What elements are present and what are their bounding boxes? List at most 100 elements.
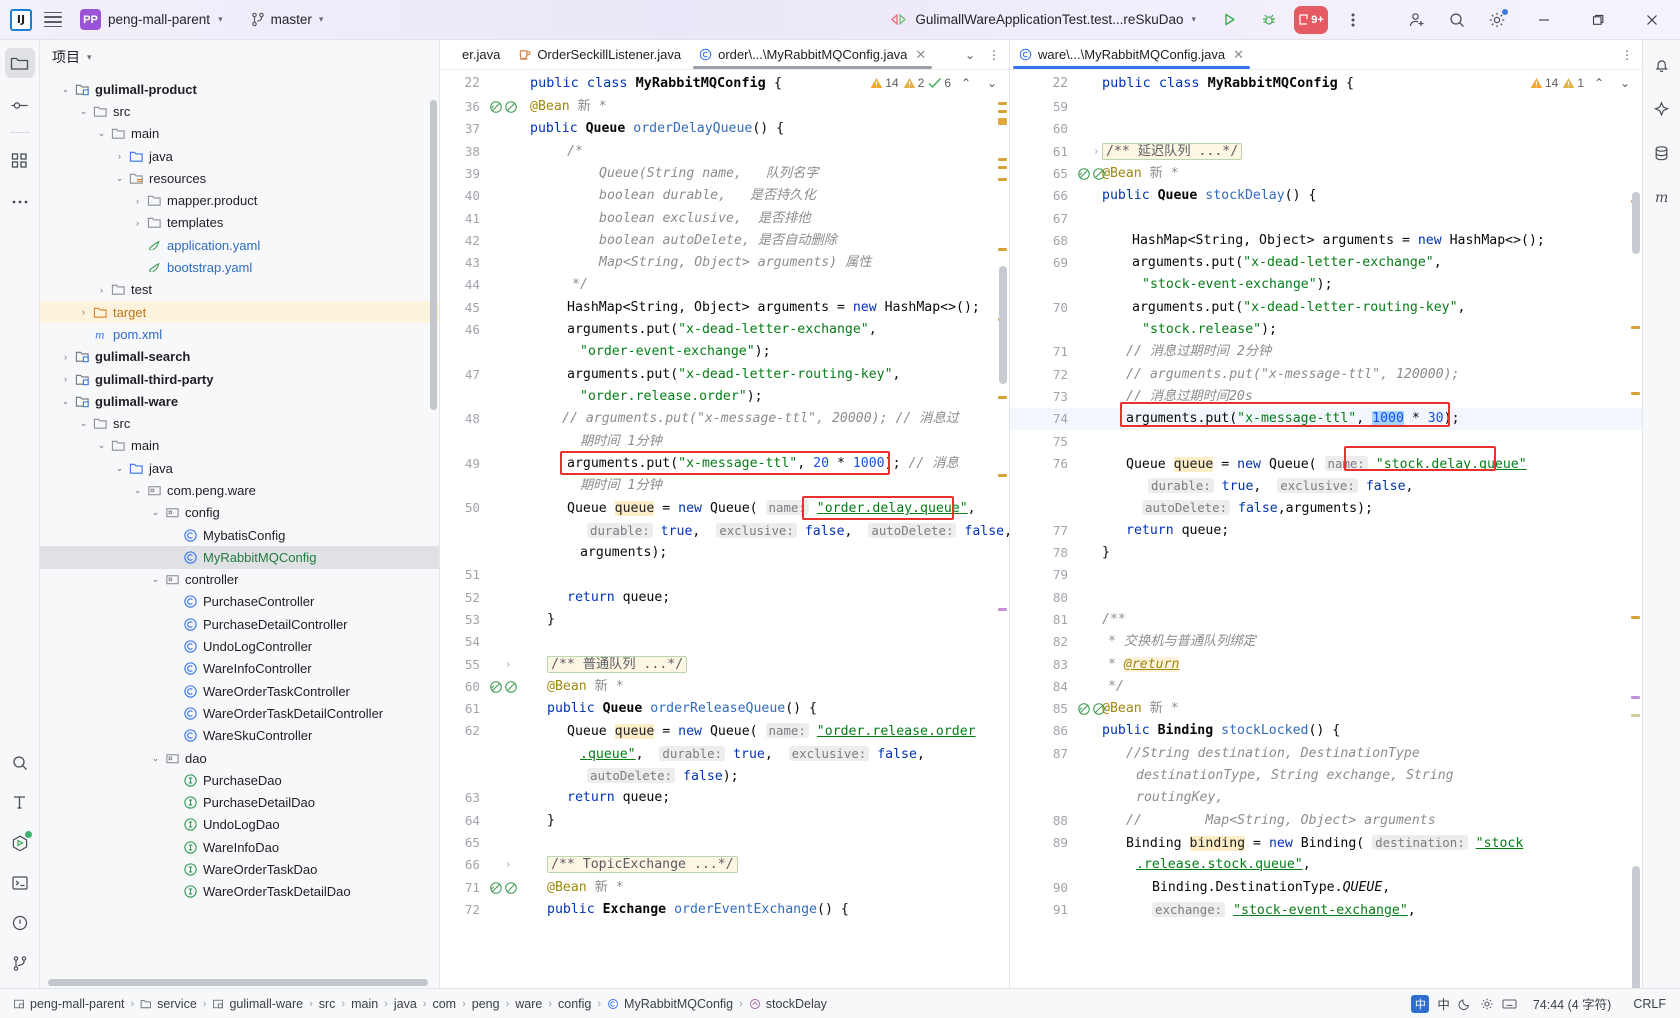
sidebar-item-version-control[interactable] <box>5 948 35 978</box>
breadcrumb-item-config[interactable]: config <box>553 995 596 1013</box>
chevron-down-icon[interactable]: ⌄ <box>148 574 163 585</box>
sidebar-item-build[interactable] <box>5 788 35 818</box>
code-line[interactable]: @Bean 新 * <box>492 877 624 899</box>
code-line[interactable]: @Bean 新 * <box>492 96 607 118</box>
chevron-up-icon[interactable]: ⌃ <box>955 72 977 94</box>
tree-item-wareinfodao[interactable]: WareInfoDao <box>40 836 439 858</box>
breadcrumb-item-com[interactable]: com <box>427 995 461 1013</box>
breadcrumb-item-stockdelay[interactable]: stockDelay <box>744 995 832 1013</box>
code-line[interactable]: //String destination, DestinationType <box>1080 743 1420 765</box>
sidebar-item-run[interactable] <box>5 828 35 858</box>
code-line[interactable]: arguments.put("x-dead-letter-exchange", <box>492 319 877 341</box>
project-tree-hscrollbar[interactable] <box>48 979 428 986</box>
run-widget-badge[interactable]: 9+ <box>1294 5 1328 34</box>
code-line[interactable]: "order-event-exchange"); <box>492 341 771 363</box>
chevron-down-icon[interactable]: ⌄ <box>1614 72 1636 94</box>
inspection-summary-right[interactable]: 14 1 ⌃ ⌄ <box>1530 72 1642 94</box>
chevron-down-icon[interactable]: ⌄ <box>58 84 73 95</box>
branch-selector[interactable]: master ▾ <box>245 10 330 29</box>
maven-icon[interactable]: m <box>1647 182 1677 212</box>
chevron-up-icon[interactable]: ⌃ <box>1588 72 1610 94</box>
editor-right-code-area[interactable]: 59 60 61 › 65 66 67 68 69 70 71 72 73 74 75 76 77 78 79 80… <box>1010 96 1642 988</box>
tab-order-seckill-listener[interactable]: OrderSeckillListener.java <box>509 40 690 69</box>
project-selector[interactable]: PP peng-mall-parent ▾ <box>74 7 229 32</box>
chevron-down-icon[interactable]: ⌄ <box>148 507 163 518</box>
code-line[interactable]: // arguments.put("x-message-ttl", 20000)… <box>492 408 959 430</box>
tree-item-src[interactable]: ⌄ src <box>40 100 439 122</box>
account-icon[interactable] <box>1402 5 1432 35</box>
editor-left-code-area[interactable]: 36 37 38 39 40 41 42 43 44 45 46 47 48 49 50 51 52 53 54 5… <box>440 96 1009 988</box>
breadcrumb-item-peng-mall-parent[interactable]: peng-mall-parent <box>8 995 130 1013</box>
chevron-down-icon[interactable]: ⌄ <box>94 128 109 139</box>
code-line[interactable]: arguments.put("x-dead-letter-routing-key… <box>1080 297 1465 319</box>
code-line[interactable]: /* <box>492 141 583 163</box>
code-line[interactable]: // 消息过期时间20s <box>1080 386 1253 408</box>
code-line[interactable]: } <box>492 810 555 832</box>
code-line[interactable]: "stock.release"); <box>1080 319 1277 341</box>
code-line[interactable]: public Queue orderDelayQueue() { <box>492 118 784 140</box>
tree-item-wareordertaskdetailcontroller[interactable]: WareOrderTaskDetailController <box>40 702 439 724</box>
tree-item-target[interactable]: › target <box>40 300 439 324</box>
ime-indicator[interactable]: 中 中 <box>1411 994 1517 1013</box>
ime-settings-icon[interactable] <box>1480 997 1494 1011</box>
breadcrumb-item-service[interactable]: service <box>135 995 202 1013</box>
code-line[interactable]: public Binding stockLocked() { <box>1080 720 1340 742</box>
code-line[interactable]: return queue; <box>492 787 670 809</box>
code-line[interactable]: HashMap<String, Object> arguments = new … <box>1080 230 1545 252</box>
sidebar-item-terminal[interactable] <box>5 868 35 898</box>
tree-item-main[interactable]: ⌄ main <box>40 123 439 145</box>
code-line[interactable]: durable: true, exclusive: false, autoDel… <box>492 520 1009 542</box>
chevron-right-icon[interactable]: › <box>130 218 145 228</box>
code-line[interactable]: } <box>492 609 555 631</box>
code-line[interactable]: // 消息过期时间 2分钟 <box>1080 341 1271 363</box>
code-line[interactable]: @Bean 新 * <box>1080 163 1179 185</box>
code-line[interactable]: public Queue stockDelay() { <box>1080 185 1316 207</box>
code-line[interactable]: */ <box>1080 676 1124 698</box>
code-line[interactable]: Queue queue = new Queue( name: "order.de… <box>492 497 976 519</box>
code-line[interactable]: * @return <box>1080 654 1180 676</box>
code-line[interactable]: "stock-event-exchange"); <box>1080 274 1333 296</box>
run-configuration-selector[interactable]: GulimallWareApplicationTest.test...reSku… <box>882 9 1204 30</box>
code-line[interactable]: Binding.DestinationType.QUEUE, <box>1080 877 1390 899</box>
breadcrumb-item-ware[interactable]: ware <box>510 995 547 1013</box>
minimize-button[interactable] <box>1522 0 1566 40</box>
tree-item-bootstrap-yaml[interactable]: bootstrap.yaml <box>40 256 439 278</box>
chevron-down-icon[interactable]: ⌄ <box>959 44 981 66</box>
code-line[interactable]: routingKey, <box>1080 787 1223 809</box>
inspection-summary-left[interactable]: 14 2 6 ⌃ ⌄ <box>870 72 1009 94</box>
code-line[interactable]: // arguments.put("x-message-ttl", 120000… <box>1080 364 1459 386</box>
sidebar-item-project[interactable] <box>4 48 35 78</box>
code-line[interactable]: boolean autoDelete, 是否自动删除 <box>492 230 837 252</box>
chevron-right-icon[interactable]: › <box>58 374 73 384</box>
run-button[interactable] <box>1214 5 1244 35</box>
code-line[interactable]: arguments.put("x-message-ttl", 20 * 1000… <box>492 453 959 475</box>
code-line[interactable]: /** 普通队列 ...*/ <box>492 654 688 676</box>
tree-item-purchasecontroller[interactable]: PurchaseController <box>40 591 439 613</box>
more-options-icon[interactable] <box>1338 5 1368 35</box>
tree-item-wareordertaskdao[interactable]: WareOrderTaskDao <box>40 858 439 880</box>
ai-assistant-icon[interactable] <box>1647 94 1677 124</box>
editor-left-marker-strip[interactable] <box>995 96 1009 988</box>
code-line[interactable]: 期时间 1分钟 <box>492 431 662 453</box>
code-line[interactable]: arguments.put("x-dead-letter-routing-key… <box>492 364 900 386</box>
code-line[interactable]: HashMap<String, Object> arguments = new … <box>492 297 980 319</box>
tree-item-mybatisconfig[interactable]: MybatisConfig <box>40 524 439 546</box>
weak-warning-count[interactable]: 1 <box>1562 76 1584 90</box>
breadcrumb-item-java[interactable]: java <box>389 995 422 1013</box>
breadcrumb[interactable]: peng-mall-parent › service › gulimall-ware › s… <box>8 995 832 1013</box>
tab-order-listener-partial[interactable]: er.java <box>440 40 509 69</box>
tree-item-wareordertaskdetaildao[interactable]: WareOrderTaskDetailDao <box>40 881 439 903</box>
tree-item-dao[interactable]: ⌄ dao <box>40 747 439 769</box>
warning-count[interactable]: 14 <box>1530 76 1558 90</box>
debug-button[interactable] <box>1254 5 1284 35</box>
code-line[interactable]: destinationType, String exchange, String <box>1080 765 1454 787</box>
tree-item-purchasedao[interactable]: PurchaseDao <box>40 769 439 791</box>
tree-item-wareinfocontroller[interactable]: WareInfoController <box>40 658 439 680</box>
chevron-down-icon[interactable]: ⌄ <box>58 396 73 407</box>
sidebar-item-find[interactable] <box>5 748 35 778</box>
chevron-down-icon[interactable]: ⌄ <box>130 485 145 496</box>
code-line[interactable]: // Map<String, Object> arguments <box>1080 810 1436 832</box>
tree-item-mapper-product[interactable]: › mapper.product <box>40 189 439 211</box>
tree-item-wareordertaskcontroller[interactable]: WareOrderTaskController <box>40 680 439 702</box>
tree-item-pom-xml[interactable]: m pom.xml <box>40 323 439 345</box>
